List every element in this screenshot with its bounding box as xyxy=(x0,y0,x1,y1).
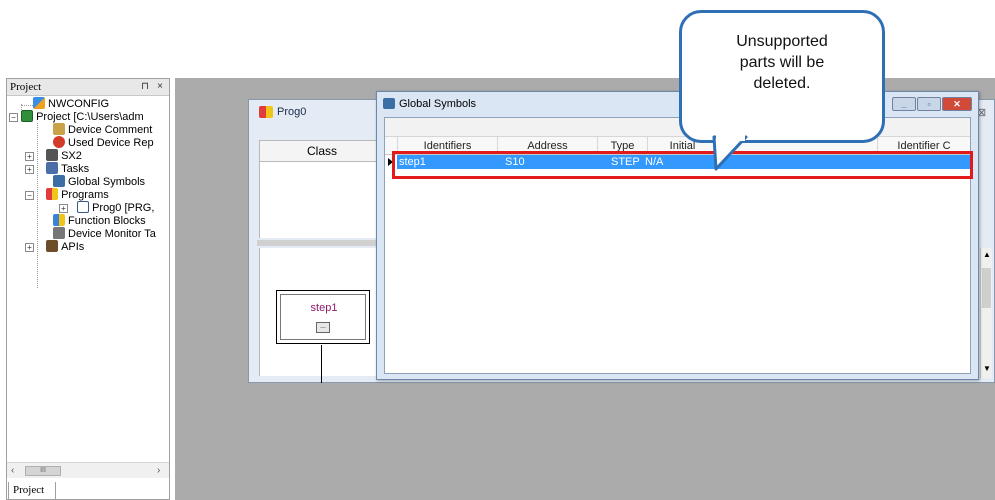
global-symbols-icon xyxy=(53,175,65,187)
device-monitor-icon xyxy=(53,227,65,239)
project-icon xyxy=(21,110,34,122)
tree-item-tasks[interactable]: + Tasks xyxy=(25,162,89,175)
expand-toggle-icon[interactable]: + xyxy=(25,165,34,174)
function-blocks-icon xyxy=(53,214,65,226)
global-symbols-icon xyxy=(383,98,395,109)
tree-item-function-blocks[interactable]: Function Blocks xyxy=(53,214,146,227)
scroll-right-icon[interactable]: › xyxy=(157,465,160,476)
tree-item-nwconfig[interactable]: NWCONFIG xyxy=(33,97,109,110)
tree-label: Function Blocks xyxy=(68,215,146,227)
highlight-box xyxy=(392,151,973,179)
pin-icon[interactable]: ⊓ xyxy=(139,80,151,93)
step-action-button[interactable]: ... xyxy=(316,322,330,333)
declaration-area[interactable] xyxy=(259,162,385,238)
tree-label: Global Symbols xyxy=(68,176,146,188)
horizontal-scrollbar[interactable]: ‹ III › xyxy=(7,462,169,478)
scroll-left-icon[interactable]: ‹ xyxy=(11,465,14,476)
network-config-icon xyxy=(33,97,45,109)
expand-toggle-icon[interactable]: + xyxy=(25,152,34,161)
tree-label: Tasks xyxy=(61,163,90,175)
callout-line-3: deleted. xyxy=(753,75,811,92)
tree-label: SX2 xyxy=(61,150,82,162)
tree-label: Device Monitor Ta xyxy=(68,228,156,240)
close-button[interactable]: ✕ xyxy=(942,97,972,111)
global-symbols-window: Global Symbols _ ▫ ✕ Global Identifiers … xyxy=(376,91,979,380)
collapse-toggle-icon[interactable]: − xyxy=(25,191,34,200)
expand-toggle-icon[interactable]: + xyxy=(25,243,34,252)
vertical-scrollbar[interactable]: ▲ ▼ xyxy=(980,248,992,378)
expand-toggle-icon[interactable]: + xyxy=(59,204,68,213)
callout-text: Unsupported parts will be deleted. xyxy=(682,31,882,94)
callout-pointer xyxy=(712,129,748,171)
program-file-icon xyxy=(77,201,90,213)
plc-icon xyxy=(46,149,59,161)
tree-label: Device Comment xyxy=(68,124,153,136)
global-symbols-title: Global Symbols xyxy=(399,98,477,110)
tree-label: Project [C:\Users\adm xyxy=(36,111,144,123)
class-column-header[interactable]: Class xyxy=(259,140,385,162)
sfc-step[interactable]: step1 ... xyxy=(276,290,370,344)
tree-item-device-comment[interactable]: Device Comment xyxy=(53,123,152,136)
apis-icon xyxy=(46,240,59,252)
sfc-connection-line xyxy=(321,345,322,383)
tree-item-apis[interactable]: + APIs xyxy=(25,240,84,253)
tree-item-global-symbols[interactable]: Global Symbols xyxy=(53,175,145,188)
tree-label: Used Device Rep xyxy=(68,137,154,149)
tree-label: Prog0 [PRG, xyxy=(92,202,155,214)
tree-label: NWCONFIG xyxy=(48,98,110,110)
maximize-button[interactable]: ▫ xyxy=(917,97,941,111)
prog0-title: Prog0 xyxy=(277,106,307,118)
splitter[interactable] xyxy=(257,240,384,246)
programs-icon xyxy=(46,188,59,200)
tasks-icon xyxy=(46,162,59,174)
tree-item-sx2[interactable]: + SX2 xyxy=(25,149,82,162)
tree-line xyxy=(37,123,38,288)
tree-item-programs[interactable]: − Programs xyxy=(25,188,109,201)
project-tab[interactable]: Project xyxy=(8,482,56,500)
program-icon xyxy=(259,106,273,118)
tree-item-prog0[interactable]: + Prog0 [PRG, xyxy=(59,201,154,214)
tree-label: Programs xyxy=(61,189,109,201)
used-device-icon xyxy=(53,136,65,148)
callout-line-1: Unsupported xyxy=(736,33,828,50)
callout-bubble: Unsupported parts will be deleted. xyxy=(679,10,885,143)
tree-label: APIs xyxy=(61,241,85,253)
project-panel: Project ⊓ × NWCONFIG − Project [C:\Users… xyxy=(6,78,170,500)
minimize-button[interactable]: _ xyxy=(892,97,916,111)
device-comment-icon xyxy=(53,123,65,135)
scroll-up-icon[interactable]: ▲ xyxy=(983,250,991,259)
scroll-thumb[interactable]: III xyxy=(25,466,61,476)
collapse-toggle-icon[interactable]: − xyxy=(9,113,18,122)
sfc-step-inner: step1 ... xyxy=(280,294,366,340)
close-panel-button[interactable]: × xyxy=(154,80,166,93)
tree-item-project[interactable]: − Project [C:\Users\adm xyxy=(9,110,144,123)
tree-item-used-device[interactable]: Used Device Rep xyxy=(53,136,154,149)
step-label: step1 xyxy=(310,302,338,314)
scroll-thumb[interactable] xyxy=(982,268,991,308)
callout-line-2: parts will be xyxy=(739,54,825,71)
scroll-down-icon[interactable]: ▼ xyxy=(983,364,991,373)
tree-item-device-monitor[interactable]: Device Monitor Ta xyxy=(53,227,156,240)
